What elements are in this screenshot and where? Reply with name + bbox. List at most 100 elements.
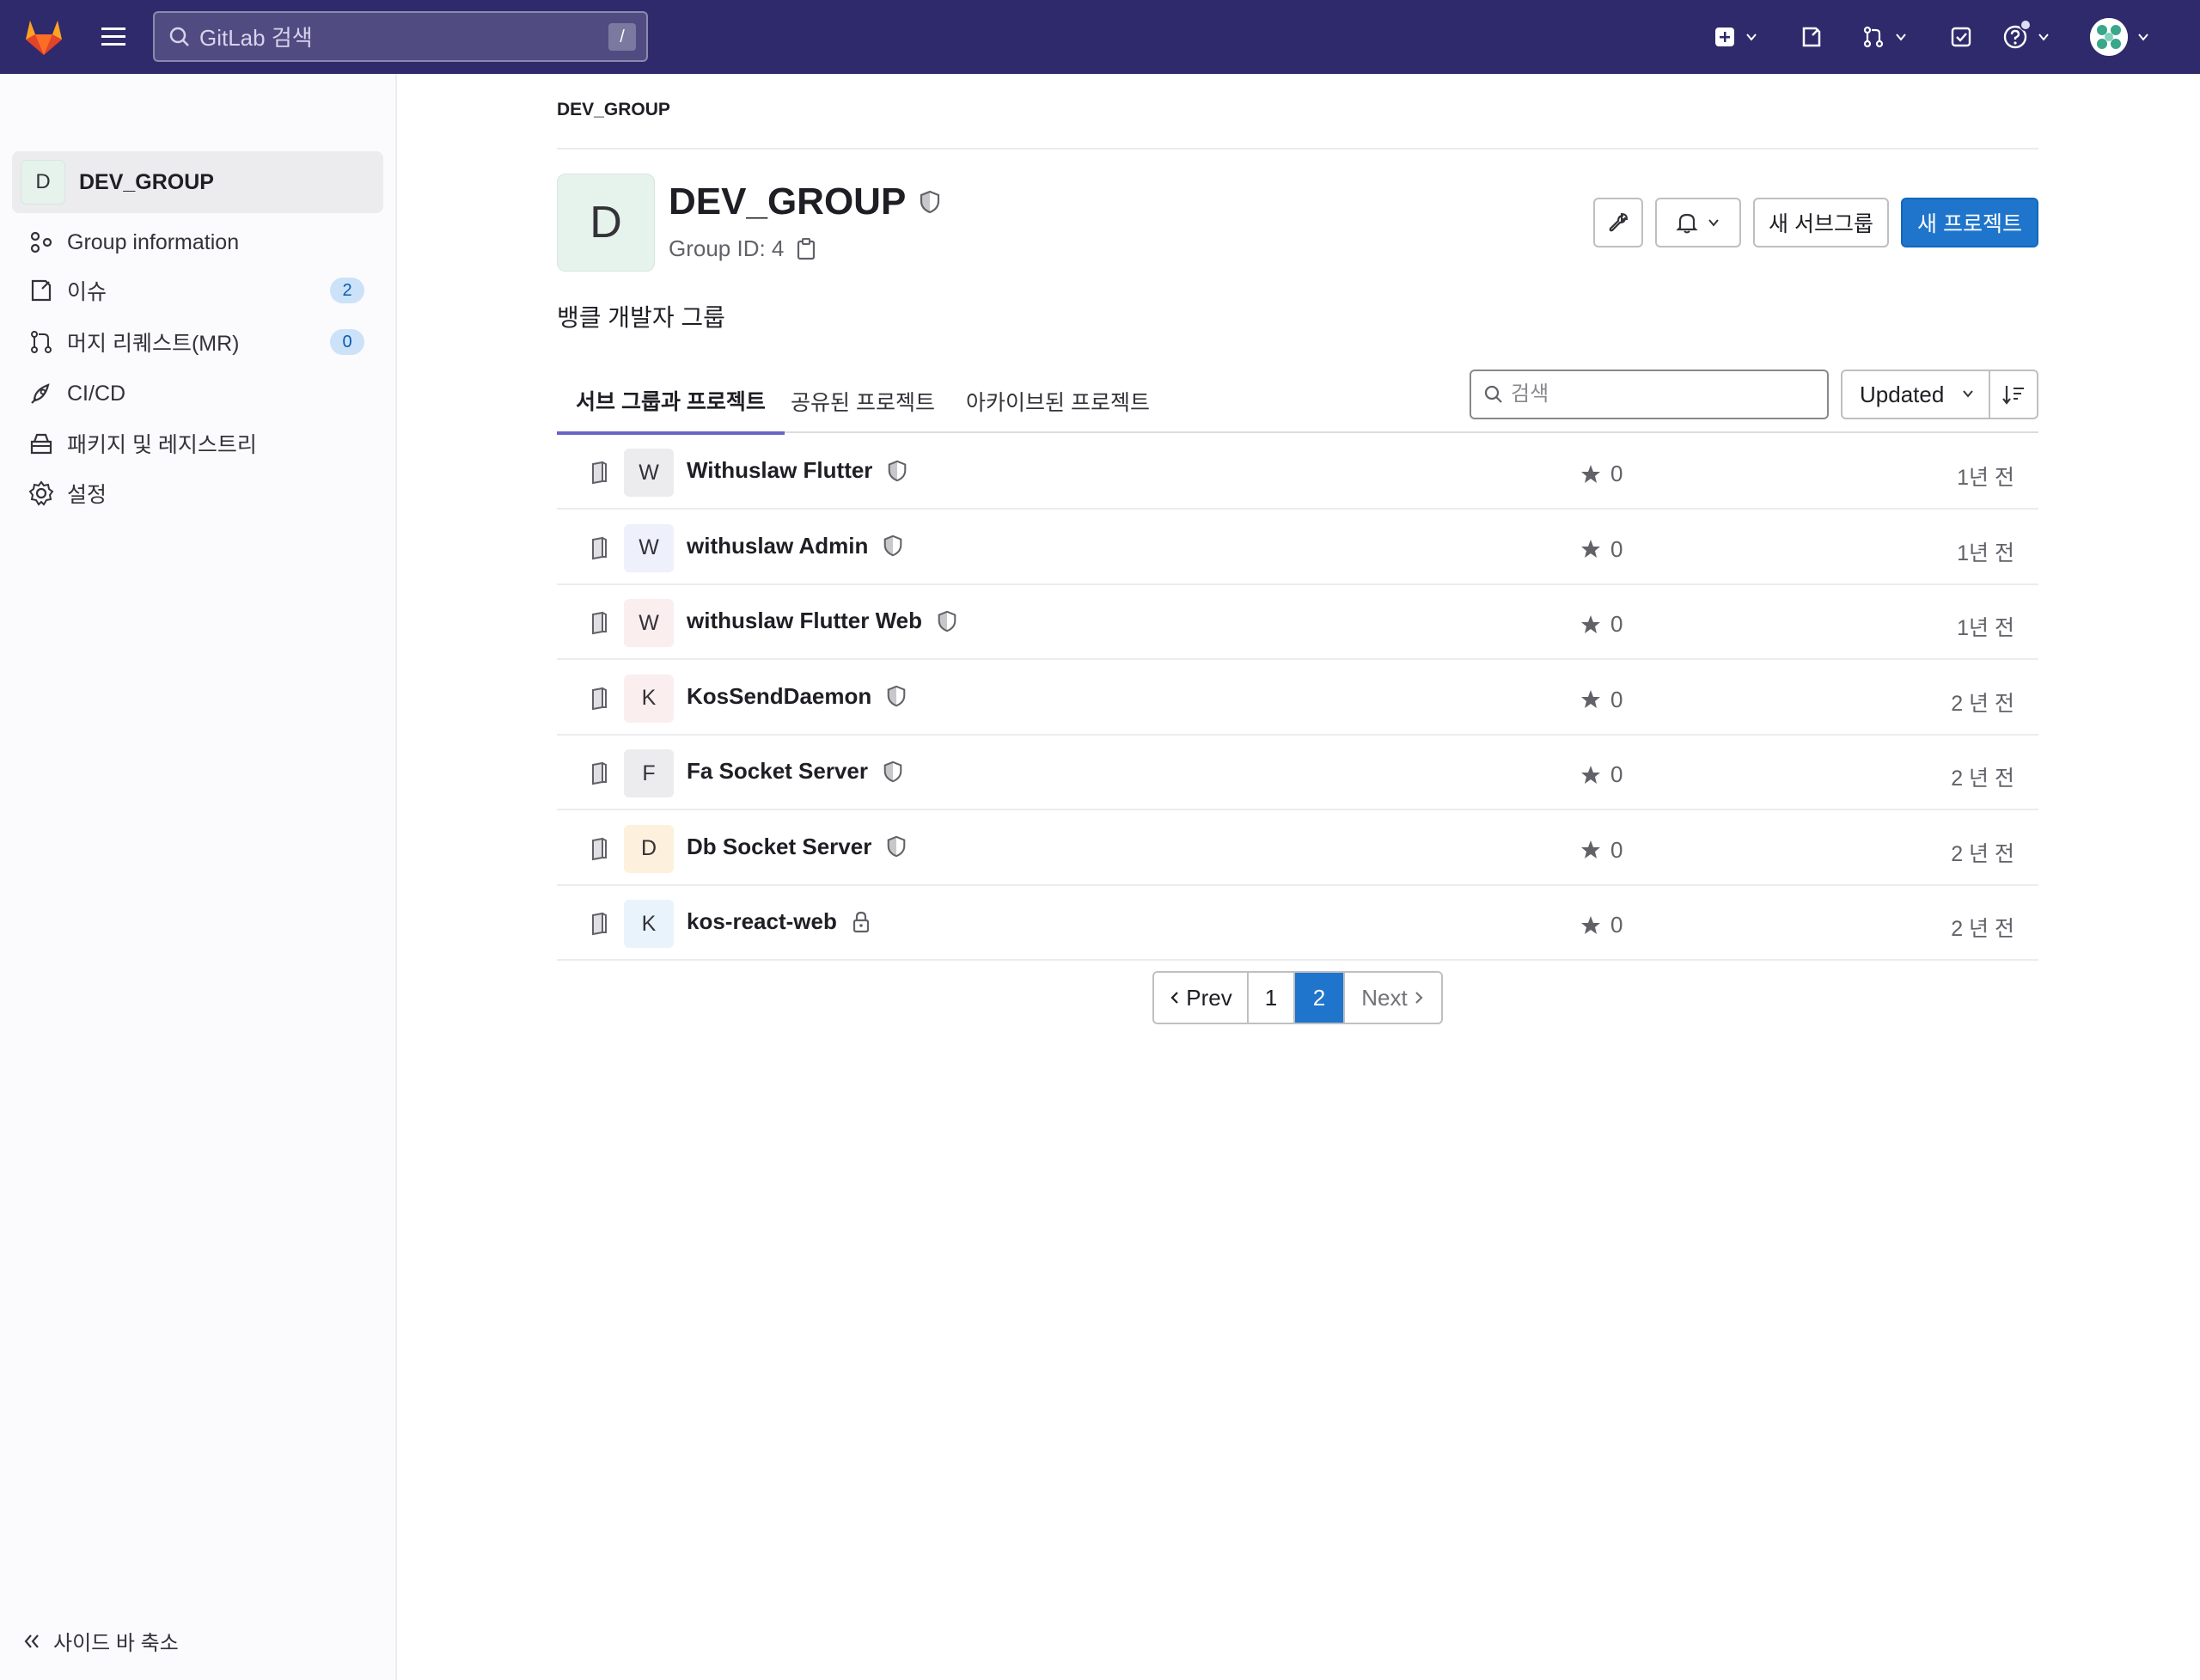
issues-shortcut[interactable]	[1800, 19, 1824, 55]
pagination-page-1[interactable]: 1	[1249, 973, 1295, 1023]
project-name: Withuslaw Flutter	[687, 457, 873, 483]
sidebar-item-group-information[interactable]: Group information	[12, 218, 383, 266]
sidebar-item-label: 이슈	[67, 280, 107, 304]
merge-request-icon	[1861, 25, 1885, 49]
project-name-link[interactable]: withuslaw Admin	[687, 533, 904, 559]
new-subgroup-button[interactable]: 새 서브그룹	[1753, 198, 1889, 247]
pagination-prev-button[interactable]: Prev	[1154, 973, 1249, 1023]
package-icon	[28, 430, 55, 457]
project-name-link[interactable]: withuslaw Flutter Web	[687, 608, 958, 634]
star-count-value: 0	[1610, 611, 1623, 637]
help-question-icon	[2002, 19, 2032, 50]
shield-icon	[918, 189, 942, 215]
star-count: 0	[1580, 837, 1622, 864]
gitlab-logo-icon[interactable]	[22, 15, 65, 58]
breadcrumb[interactable]: DEV_GROUP	[557, 100, 670, 120]
sort-dropdown[interactable]: Updated	[1841, 370, 1990, 419]
search-icon	[1483, 384, 1504, 405]
sidebar-item-label: Group information	[67, 229, 240, 254]
star-icon	[1580, 538, 1602, 560]
project-bookmark-icon	[588, 687, 610, 711]
hamburger-menu-icon[interactable]	[96, 22, 131, 52]
sidebar-item-settings[interactable]: 설정	[12, 469, 383, 517]
global-search-input[interactable]: GitLab 검색 /	[153, 11, 648, 62]
shield-icon	[885, 684, 908, 708]
tab-archived-projects[interactable]: 아카이브된 프로젝트	[966, 370, 1150, 433]
left-sidebar: D DEV_GROUP Group information 이슈 2 머지 리퀘…	[0, 74, 397, 1680]
pagination-next-button[interactable]: Next	[1345, 973, 1441, 1023]
create-new-dropdown[interactable]	[1714, 19, 1758, 55]
project-name-link[interactable]: kos-react-web	[687, 908, 871, 935]
merge-requests-dropdown[interactable]	[1861, 19, 1908, 55]
sidebar-group-header[interactable]: D DEV_GROUP	[12, 151, 383, 213]
updated-time: 2 년 전	[1951, 767, 2014, 791]
chevron-right-icon	[1413, 990, 1425, 1005]
table-row[interactable]: Wwithuslaw Admin 0 1년 전	[557, 510, 2038, 585]
sidebar-group-name: DEV_GROUP	[79, 169, 214, 194]
chevron-down-icon	[1745, 30, 1758, 44]
star-count: 0	[1580, 761, 1622, 788]
sidebar-item-packages[interactable]: 패키지 및 레지스트리	[12, 419, 383, 467]
project-bookmark-icon	[588, 837, 610, 861]
tab-shared-projects[interactable]: 공유된 프로젝트	[791, 370, 935, 433]
star-icon	[1580, 839, 1602, 861]
updated-time: 1년 전	[1957, 616, 2014, 640]
bell-icon	[1676, 211, 1698, 235]
star-count-value: 0	[1610, 535, 1623, 562]
search-icon	[168, 26, 191, 48]
star-count: 0	[1580, 611, 1622, 638]
todo-list-button[interactable]	[1949, 19, 1973, 55]
table-row[interactable]: Wwithuslaw Flutter Web 0 1년 전	[557, 585, 2038, 660]
chevron-down-icon	[1961, 387, 1975, 400]
project-bookmark-icon	[588, 761, 610, 785]
table-row[interactable]: W Withuslaw Flutter 0 1년 전	[557, 435, 2038, 510]
table-row[interactable]: Kkos-react-web 0 2 년 전	[557, 886, 2038, 961]
project-name-link[interactable]: Withuslaw Flutter	[687, 457, 908, 484]
new-project-button[interactable]: 새 프로젝트	[1901, 198, 2038, 247]
project-filter-field[interactable]	[1470, 370, 1829, 419]
project-bookmark-icon	[588, 461, 610, 485]
sidebar-item-cicd[interactable]: CI/CD	[12, 370, 383, 418]
chevron-down-icon	[2037, 30, 2050, 44]
group-avatar-large: D	[557, 174, 655, 272]
project-bookmark-icon	[588, 536, 610, 560]
user-menu-dropdown[interactable]	[2090, 18, 2150, 56]
collapse-sidebar-button[interactable]: 사이드 바 축소	[22, 1626, 179, 1656]
project-avatar: K	[624, 900, 674, 948]
group-avatar: D	[21, 160, 65, 205]
shield-icon	[882, 760, 904, 784]
project-name-link[interactable]: Db Socket Server	[687, 834, 908, 860]
chevron-left-icon	[1169, 990, 1181, 1005]
updated-time: 1년 전	[1957, 541, 2014, 565]
group-title: DEV_GROUP	[669, 180, 907, 223]
sidebar-item-merge-requests[interactable]: 머지 리퀘스트(MR) 0	[12, 318, 383, 366]
project-avatar: W	[624, 449, 674, 497]
sidebar-item-label: 머지 리퀘스트(MR)	[67, 332, 240, 356]
wrench-icon	[1606, 211, 1630, 235]
star-count: 0	[1580, 536, 1622, 563]
table-row[interactable]: F Fa Socket Server 0 2 년 전	[557, 736, 2038, 810]
table-row[interactable]: D Db Socket Server 0 2 년 전	[557, 811, 2038, 886]
gear-icon	[28, 480, 55, 507]
sidebar-item-issues[interactable]: 이슈 2	[12, 266, 383, 315]
project-name: kos-react-web	[687, 908, 837, 934]
project-name-link[interactable]: Fa Socket Server	[687, 758, 904, 785]
updated-time: 2 년 전	[1951, 841, 2014, 866]
tab-subgroups-and-projects[interactable]: 서브 그룹과 프로젝트	[557, 370, 785, 435]
project-bookmark-icon	[588, 611, 610, 635]
notification-settings-dropdown[interactable]	[1655, 198, 1741, 247]
table-row[interactable]: K KosSendDaemon 0 2 년 전	[557, 661, 2038, 736]
help-dropdown[interactable]	[2002, 19, 2050, 55]
project-avatar: W	[624, 523, 674, 572]
star-count-value: 0	[1610, 836, 1623, 863]
sort-direction-button[interactable]	[1989, 370, 2038, 419]
collapse-sidebar-label: 사이드 바 축소	[53, 1632, 179, 1655]
project-filter-input[interactable]	[1511, 382, 1803, 406]
copy-clipboard-icon[interactable]	[796, 237, 816, 261]
group-id-text: Group ID: 4	[669, 235, 785, 261]
admin-settings-button[interactable]	[1593, 198, 1643, 247]
notification-dot	[2020, 19, 2032, 31]
project-name-link[interactable]: KosSendDaemon	[687, 683, 908, 710]
pagination-page-2[interactable]: 2	[1295, 973, 1345, 1023]
search-shortcut-badge: /	[608, 23, 636, 51]
